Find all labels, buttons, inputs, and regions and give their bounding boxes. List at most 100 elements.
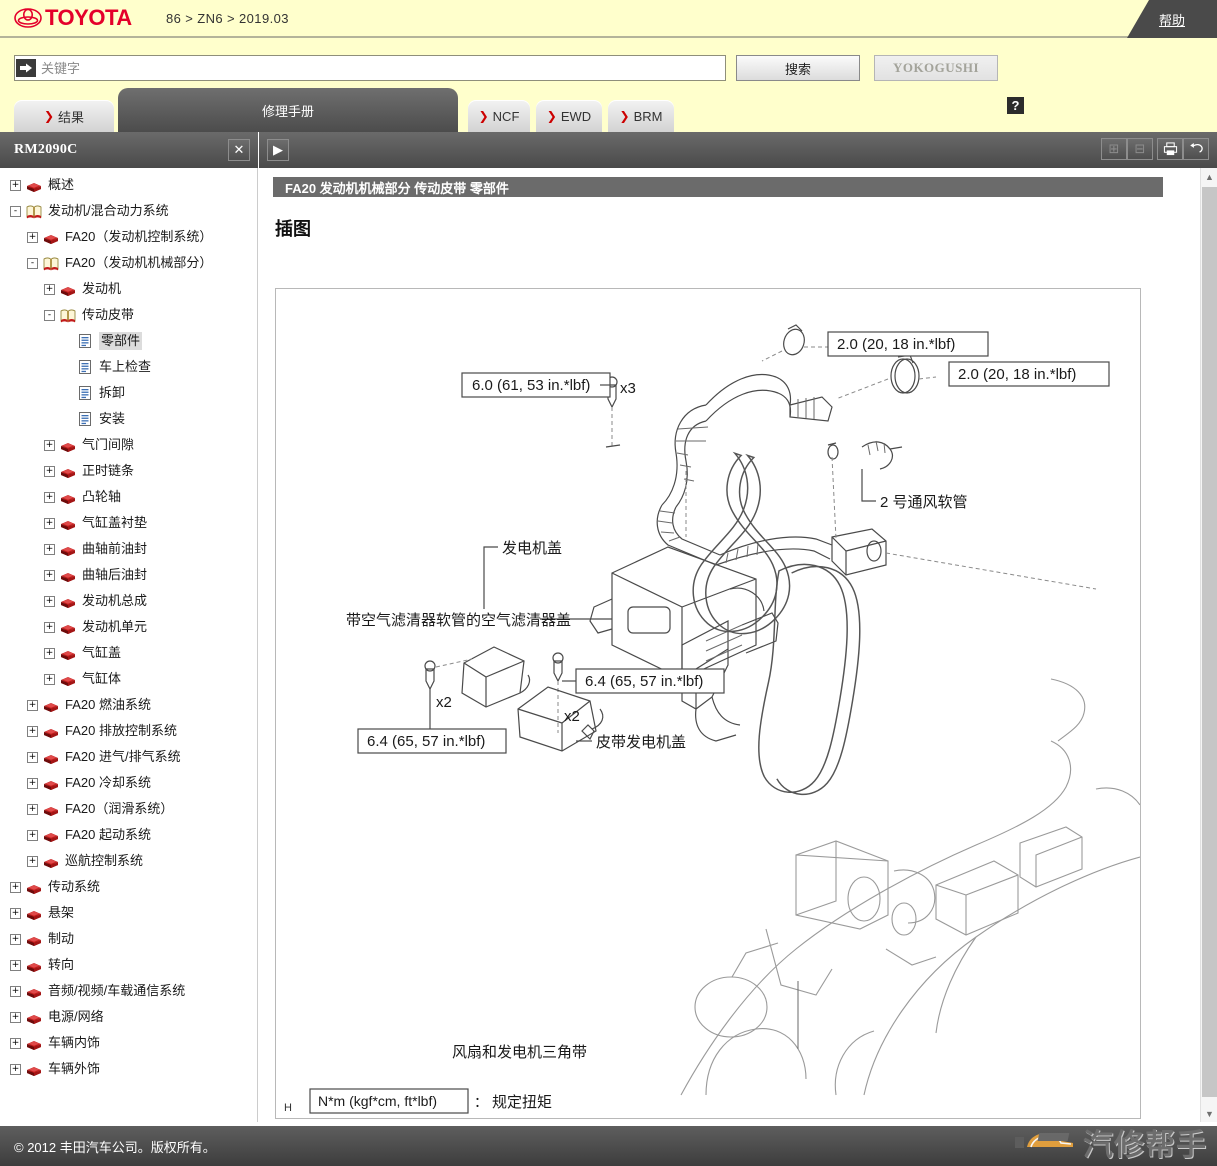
tree-item-label: 电源/网络 (48, 1009, 104, 1024)
tree-item[interactable]: + 车辆外饰 (0, 1056, 257, 1082)
toyota-logo[interactable]: TOYOTA (14, 5, 132, 31)
tree-item[interactable]: 零部件 (0, 328, 257, 354)
manual-id-title: RM2090C (14, 142, 78, 157)
tab-brm-label: BRM (633, 108, 663, 124)
search-bar: 搜索 YOKOGUSHI ? (0, 40, 1217, 114)
print-icon[interactable] (1157, 138, 1183, 160)
tree-item[interactable]: + 正时链条 (0, 458, 257, 484)
tab-brm[interactable]: ❯ BRM (608, 100, 674, 132)
expand-node-icon[interactable]: + (10, 933, 21, 945)
search-input[interactable] (36, 56, 725, 80)
tree-item[interactable]: - 发动机/混合动力系统 (0, 198, 257, 224)
expand-node-icon[interactable]: + (10, 985, 21, 997)
tab-repair-manual[interactable]: 修理手册 (118, 88, 458, 132)
tree-item[interactable]: + 概述 (0, 172, 257, 198)
closed-book-icon (59, 515, 77, 531)
expand-node-icon[interactable]: + (27, 231, 38, 243)
expand-node-icon[interactable]: + (27, 803, 38, 815)
expand-node-icon[interactable]: + (44, 569, 55, 581)
tree-item[interactable]: 安装 (0, 406, 257, 432)
search-button[interactable]: 搜索 (736, 55, 860, 81)
callout-label-air-cleaner-cap: 带空气滤清器软管的空气滤清器盖 (346, 612, 571, 629)
expand-node-icon[interactable]: + (44, 543, 55, 555)
tree-item[interactable]: + FA20 冷却系统 (0, 770, 257, 796)
tree-item[interactable]: + 巡航控制系统 (0, 848, 257, 874)
expand-node-icon[interactable]: + (10, 179, 21, 191)
content-scrollbar[interactable]: ▲ ▼ (1200, 168, 1217, 1122)
tab-ncf[interactable]: ❯ NCF (468, 100, 530, 132)
expand-node-icon[interactable]: + (44, 595, 55, 607)
tree-item[interactable]: + 悬架 (0, 900, 257, 926)
tree-item[interactable]: + FA20（润滑系统） (0, 796, 257, 822)
closed-book-icon (59, 619, 77, 635)
expand-node-icon[interactable]: + (10, 1063, 21, 1075)
collapse-node-icon[interactable]: - (27, 257, 38, 269)
tree-item[interactable]: + 发动机 (0, 276, 257, 302)
expand-node-icon[interactable]: + (10, 881, 21, 893)
play-right-icon[interactable]: ▶ (267, 139, 289, 161)
tree-item[interactable]: + 气缸盖 (0, 640, 257, 666)
tree-item-label: 气缸盖 (82, 645, 122, 660)
expand-node-icon[interactable]: + (10, 1011, 21, 1023)
expand-node-icon[interactable]: + (10, 1037, 21, 1049)
collapse-node-icon[interactable]: - (44, 309, 55, 321)
help-button[interactable]: 帮助 (1127, 0, 1217, 38)
tree-item[interactable]: + 传动系统 (0, 874, 257, 900)
expand-node-icon[interactable]: + (10, 907, 21, 919)
tree-item[interactable]: 车上检查 (0, 354, 257, 380)
callout-label-no2-ventilation-hose: 2 号通风软管 (880, 494, 968, 511)
tree-item[interactable]: + FA20 进气/排气系统 (0, 744, 257, 770)
tree-item[interactable]: + 车辆内饰 (0, 1030, 257, 1056)
tree-item[interactable]: + FA20 燃油系统 (0, 692, 257, 718)
expand-node-icon[interactable]: + (44, 439, 55, 451)
tree-item[interactable]: + 气缸体 (0, 666, 257, 692)
collapse-all-icon[interactable]: ⊟ (1127, 138, 1153, 160)
tree-item[interactable]: + 气门间隙 (0, 432, 257, 458)
expand-node-icon[interactable]: + (27, 829, 38, 841)
expand-node-icon[interactable]: + (10, 959, 21, 971)
tree-item[interactable]: + 发动机单元 (0, 614, 257, 640)
expand-all-icon[interactable]: ⊞ (1101, 138, 1127, 160)
open-book-icon (59, 307, 77, 323)
back-arrow-icon[interactable] (1183, 138, 1209, 160)
tree-item[interactable]: + 曲轴后油封 (0, 562, 257, 588)
tree-item[interactable]: + 音频/视频/车载通信系统 (0, 978, 257, 1004)
expand-node-icon[interactable]: + (27, 777, 38, 789)
close-icon[interactable]: ✕ (228, 139, 250, 161)
tree-item[interactable]: + 发动机总成 (0, 588, 257, 614)
expand-node-icon[interactable]: + (27, 725, 38, 737)
expand-node-icon[interactable]: + (44, 491, 55, 503)
scrollbar-thumb[interactable] (1202, 187, 1217, 1097)
tab-results[interactable]: ❯ 结果 (14, 100, 114, 132)
expand-node-icon[interactable]: + (44, 283, 55, 295)
expand-node-icon[interactable]: + (44, 673, 55, 685)
content-toolbar: ▶ ⊞ ⊟ (259, 132, 1217, 168)
chevron-up-icon[interactable]: ▲ (1201, 168, 1217, 185)
tree-item[interactable]: + 凸轮轴 (0, 484, 257, 510)
collapse-node-icon[interactable]: - (10, 205, 21, 217)
tree-item[interactable]: - FA20（发动机机械部分） (0, 250, 257, 276)
tree-item[interactable]: + 电源/网络 (0, 1004, 257, 1030)
yokogushi-button[interactable]: YOKOGUSHI (874, 55, 998, 81)
expand-node-icon[interactable]: + (44, 517, 55, 529)
expand-node-icon[interactable]: + (44, 647, 55, 659)
tree-item[interactable]: + FA20 排放控制系统 (0, 718, 257, 744)
tree-item[interactable]: - 传动皮带 (0, 302, 257, 328)
document-tree[interactable]: + 概述 - 发动机/混合动力系统 + FA20（发动机控制系统） - FA20（发动… (0, 168, 257, 1122)
tree-item[interactable]: + 转向 (0, 952, 257, 978)
document-viewport: FA20 发动机机械部分 传动皮带 零部件 插图 .ln { fill:none… (259, 168, 1199, 1122)
tab-ewd[interactable]: ❯ EWD (536, 100, 602, 132)
legend-unit-box: N*m (kgf*cm, ft*lbf) (318, 1093, 437, 1109)
expand-node-icon[interactable]: + (27, 855, 38, 867)
tree-item[interactable]: + 气缸盖衬垫 (0, 510, 257, 536)
closed-book-icon (59, 437, 77, 453)
expand-node-icon[interactable]: + (44, 465, 55, 477)
tree-item[interactable]: + 曲轴前油封 (0, 536, 257, 562)
tree-item[interactable]: + FA20（发动机控制系统） (0, 224, 257, 250)
expand-node-icon[interactable]: + (27, 699, 38, 711)
expand-node-icon[interactable]: + (44, 621, 55, 633)
tree-item[interactable]: 拆卸 (0, 380, 257, 406)
tree-item[interactable]: + FA20 起动系统 (0, 822, 257, 848)
tree-item[interactable]: + 制动 (0, 926, 257, 952)
expand-node-icon[interactable]: + (27, 751, 38, 763)
